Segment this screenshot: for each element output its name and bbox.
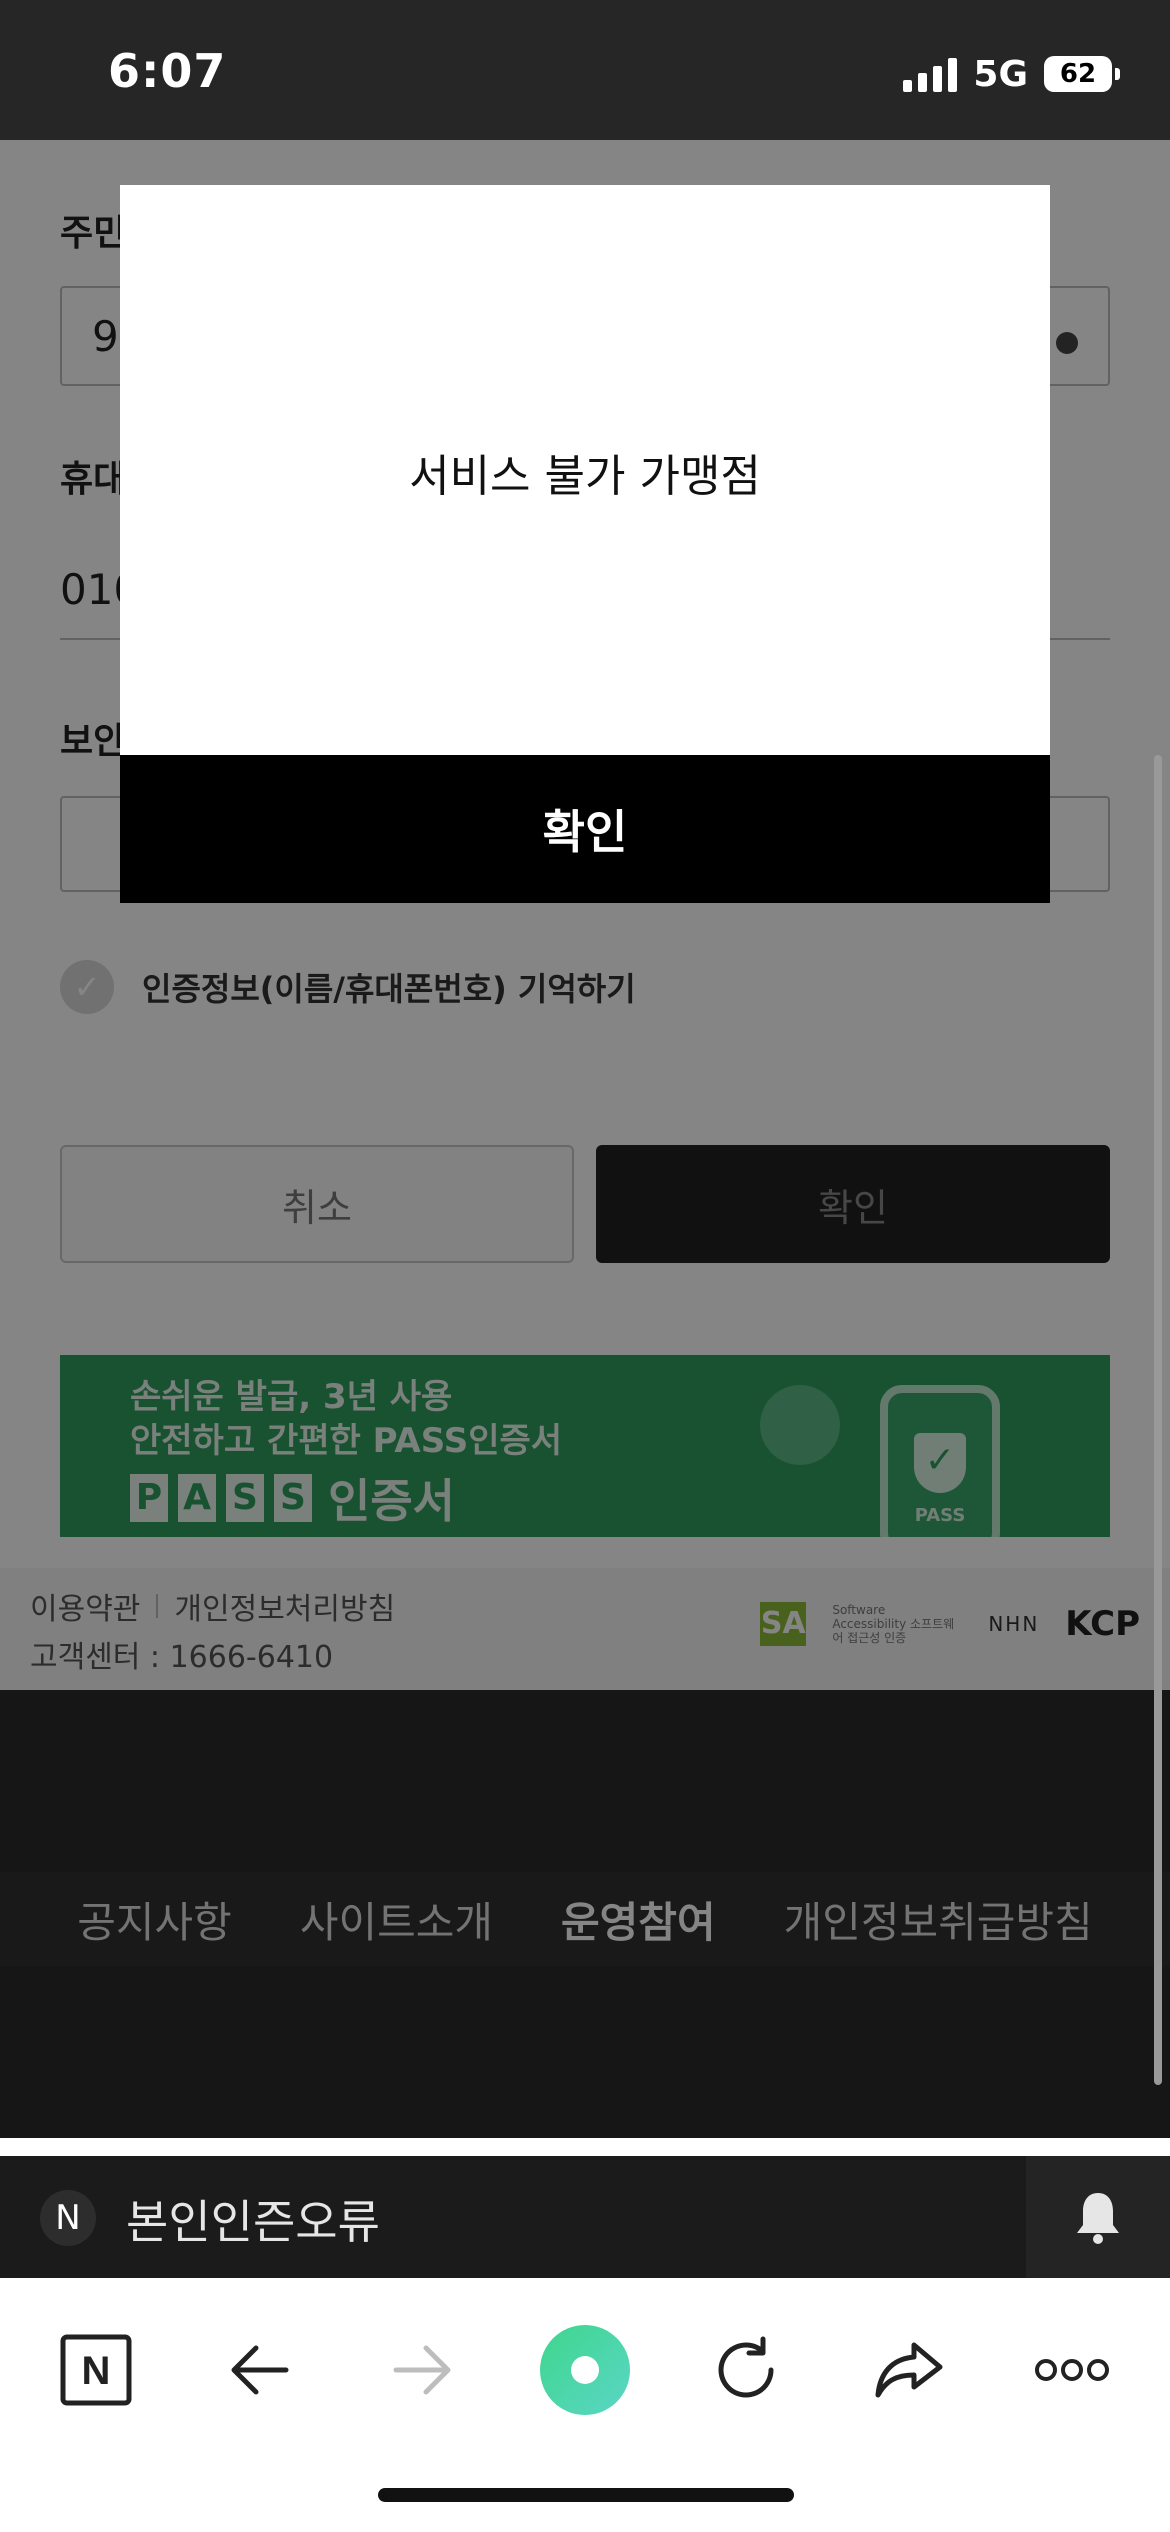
status-bar: 6:07 5G 62 <box>0 0 1170 140</box>
notification-button[interactable] <box>1026 2156 1170 2278</box>
naver-home-icon: N <box>60 2334 132 2406</box>
back-arrow-icon <box>231 2345 289 2395</box>
back-button[interactable] <box>210 2320 310 2420</box>
search-query[interactable]: 본인인즌오류 <box>126 2186 380 2252</box>
scrollbar[interactable] <box>1154 755 1162 2085</box>
alert-confirm-button[interactable]: 확인 <box>120 755 1050 903</box>
alert-message: 서비스 불가 가맹점 <box>409 451 761 502</box>
alert-dialog: 서비스 불가 가맹점 확인 <box>120 185 1050 903</box>
forward-arrow-icon <box>393 2345 451 2395</box>
forward-button[interactable] <box>372 2320 472 2420</box>
naver-badge: N <box>40 2190 96 2246</box>
green-dot-button[interactable] <box>535 2320 635 2420</box>
home-badge-text: N <box>82 2349 111 2393</box>
share-button[interactable] <box>860 2320 960 2420</box>
status-time: 6:07 <box>108 44 227 98</box>
battery-icon: 62 <box>1044 56 1120 92</box>
signal-icon <box>903 56 958 92</box>
share-icon <box>875 2342 943 2398</box>
green-dot-icon <box>540 2325 630 2415</box>
network-type: 5G <box>973 53 1028 95</box>
home-button[interactable]: N <box>46 2320 146 2420</box>
more-dots-icon <box>1035 2359 1109 2381</box>
reload-button[interactable] <box>696 2320 796 2420</box>
more-button[interactable] <box>1022 2320 1122 2420</box>
reload-icon <box>718 2336 774 2398</box>
status-indicators: 5G 62 <box>903 52 1120 96</box>
bell-icon <box>1077 2193 1119 2244</box>
browser-search-bar[interactable]: N 본인인즌오류 <box>0 2156 1170 2278</box>
home-indicator[interactable] <box>378 2488 794 2502</box>
